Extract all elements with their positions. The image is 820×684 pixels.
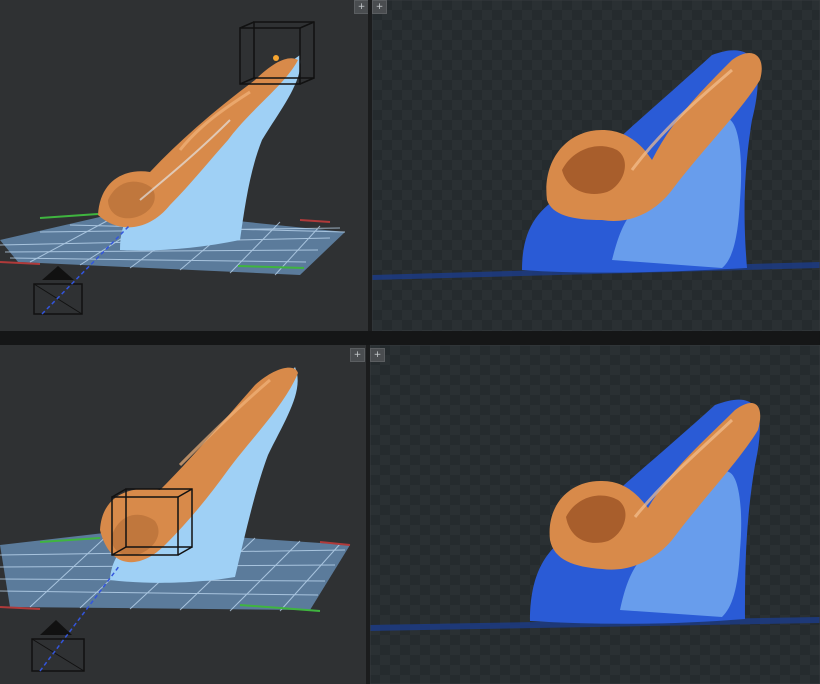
expand-icon[interactable]: + — [372, 0, 387, 14]
expand-icon[interactable]: + — [354, 0, 369, 14]
viewport-top-left[interactable] — [0, 0, 368, 331]
expand-icon[interactable]: + — [350, 348, 365, 362]
render-top-right — [372, 0, 820, 331]
viewport-bottom-left[interactable]: + — [0, 345, 366, 684]
scene-bottom-left — [0, 367, 351, 672]
scene-top-left — [0, 21, 346, 315]
horizontal-splitter[interactable] — [0, 331, 820, 345]
render-bottom-right — [370, 345, 820, 684]
vertical-splitter[interactable] — [366, 345, 370, 684]
viewport-bottom-right[interactable]: + — [370, 345, 820, 684]
expand-icon[interactable]: + — [370, 348, 385, 362]
vertical-splitter[interactable] — [368, 0, 372, 331]
viewport-top-right[interactable]: + — [372, 0, 820, 331]
